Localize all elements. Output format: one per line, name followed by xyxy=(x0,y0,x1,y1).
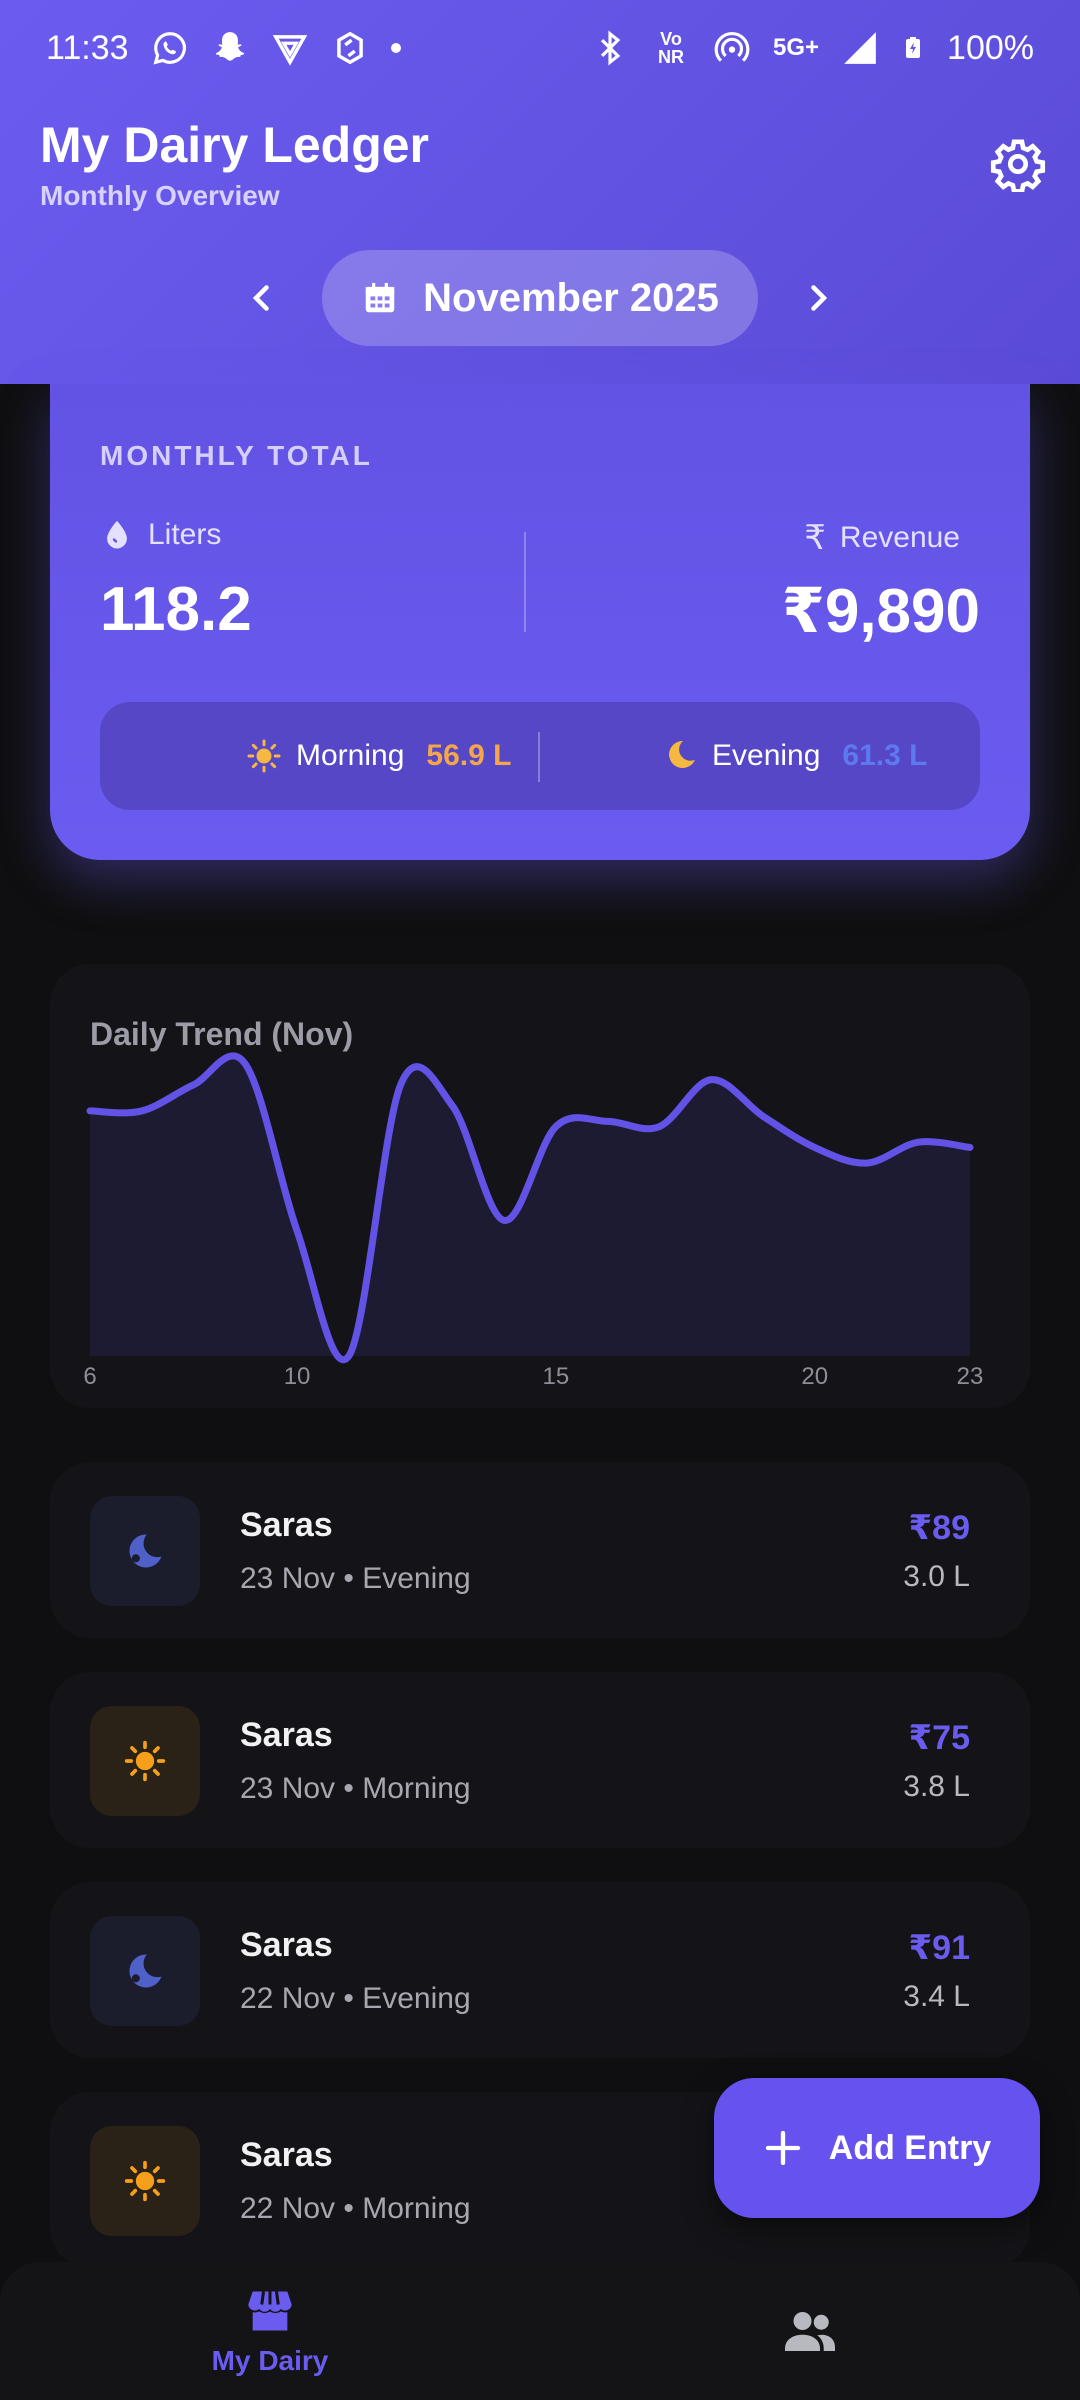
liters-label: Liters xyxy=(148,518,222,551)
month-label: November 2025 xyxy=(423,275,719,320)
entry-shift-badge xyxy=(90,1916,200,2026)
trend-area xyxy=(90,1055,970,1360)
entry-liters: 3.0 L xyxy=(903,1560,970,1593)
status-bar: 11:33 Vo NR 5G+ 100% xyxy=(0,0,1080,96)
sun-icon xyxy=(124,2160,166,2202)
entry-meta: 23 Nov • Morning xyxy=(240,1772,471,1805)
snapchat-icon xyxy=(215,32,244,61)
x-tick-label: 6 xyxy=(83,1363,96,1390)
entry-shift-badge xyxy=(90,1706,200,1816)
network-icon: 5G+ xyxy=(773,34,820,61)
dot-icon xyxy=(390,43,401,53)
next-month-button[interactable] xyxy=(788,268,848,328)
monthly-total-caption: MONTHLY TOTAL xyxy=(100,440,373,471)
morning-summary: Morning 56.9 L xyxy=(246,702,511,810)
liters-label-row: Liters xyxy=(100,518,221,552)
shift-summary-bar: Morning 56.9 L Evening 61.3 L xyxy=(100,702,980,810)
entry-name: Saras xyxy=(240,1506,333,1544)
entry-amount: ₹89 xyxy=(908,1509,970,1547)
shift-divider xyxy=(538,732,540,782)
chevron-right-icon xyxy=(811,285,828,311)
revenue-label: Revenue xyxy=(839,521,960,554)
volte-icon: Vo NR xyxy=(658,29,684,67)
entry-row[interactable]: Saras 22 Nov • Evening ₹91 3.4 L xyxy=(50,1882,1030,2058)
battery-percent: 100% xyxy=(947,28,1034,67)
evening-value: 61.3 L xyxy=(842,739,928,772)
entry-row[interactable]: Saras 23 Nov • Morning ₹75 3.8 L xyxy=(50,1672,1030,1848)
signal-icon xyxy=(844,32,876,64)
rupee-icon: ₹ xyxy=(804,519,826,557)
vpn-icon xyxy=(272,35,307,66)
evening-summary: Evening 61.3 L xyxy=(662,702,927,810)
entry-name: Saras xyxy=(240,2136,333,2174)
trend-chart-svg: 6 10 15 20 23 xyxy=(83,1052,984,1390)
entry-shift-badge xyxy=(90,2126,200,2236)
entry-meta: 22 Nov • Evening xyxy=(240,1982,471,2015)
nav-my-dairy-label: My Dairy xyxy=(211,2345,329,2376)
bottom-navigation: My Dairy xyxy=(0,2262,1080,2400)
daily-trend-chart: Daily Trend (Nov) 6 10 15 20 23 xyxy=(50,964,1030,1408)
settings-button[interactable] xyxy=(986,132,1050,196)
app-subtitle: Monthly Overview xyxy=(40,180,280,211)
store-icon xyxy=(248,2291,292,2331)
plus-icon xyxy=(765,2130,800,2166)
entry-meta: 23 Nov • Evening xyxy=(240,1562,471,1595)
status-time: 11:33 xyxy=(46,28,129,67)
entry-shift-badge xyxy=(90,1496,200,1606)
whatsapp-icon xyxy=(153,32,186,65)
liters-value: 118.2 xyxy=(100,575,252,644)
hotspot-icon xyxy=(714,32,750,62)
people-icon xyxy=(785,2312,835,2351)
add-entry-label: Add Entry xyxy=(828,2128,992,2167)
entry-liters: 3.4 L xyxy=(903,1980,970,2013)
battery-icon xyxy=(906,37,921,58)
bluetooth-icon xyxy=(600,30,621,66)
month-navigator: November 2025 xyxy=(0,250,1080,346)
sun-icon xyxy=(247,739,281,773)
prev-month-button[interactable] xyxy=(232,268,292,328)
moon-icon xyxy=(669,740,695,768)
x-tick-label: 10 xyxy=(284,1363,311,1390)
revenue-label-row: ₹ Revenue xyxy=(804,518,960,558)
entry-meta: 22 Nov • Morning xyxy=(240,2192,471,2225)
card-divider xyxy=(524,532,526,632)
entry-name: Saras xyxy=(240,1926,333,1964)
sun-icon xyxy=(124,1740,166,1782)
x-tick-label: 15 xyxy=(543,1363,570,1390)
nav-customers[interactable] xyxy=(710,2262,910,2400)
app-title: My Dairy Ledger xyxy=(40,117,430,173)
gear-icon xyxy=(990,139,1046,192)
monthly-total-card: MONTHLY TOTAL Liters 118.2 ₹ Revenue ₹9,… xyxy=(50,384,1030,860)
evening-label: Evening xyxy=(712,739,821,772)
droplet-icon xyxy=(107,520,127,549)
nav-my-dairy[interactable]: My Dairy xyxy=(170,2262,370,2400)
entry-amount: ₹91 xyxy=(908,1929,970,1967)
morning-value: 56.9 L xyxy=(426,739,512,772)
entry-liters: 3.8 L xyxy=(903,1770,970,1803)
add-entry-button[interactable]: Add Entry xyxy=(714,2078,1040,2218)
header: 11:33 Vo NR 5G+ 100% My Dairy Ledger Mon… xyxy=(0,0,1080,384)
moon-icon xyxy=(129,1954,162,1988)
sync-icon xyxy=(336,31,363,65)
entry-row[interactable]: Saras 23 Nov • Evening ₹89 3.0 L xyxy=(50,1462,1030,1638)
month-selector[interactable]: November 2025 xyxy=(322,250,758,346)
revenue-value: ₹9,890 xyxy=(781,577,980,646)
x-tick-label: 23 xyxy=(957,1363,984,1390)
moon-icon xyxy=(129,1534,162,1568)
calendar-icon xyxy=(365,282,395,313)
x-tick-label: 20 xyxy=(801,1363,828,1390)
entry-amount: ₹75 xyxy=(908,1719,970,1757)
entry-name: Saras xyxy=(240,1716,333,1754)
chevron-left-icon xyxy=(252,285,269,311)
morning-label: Morning xyxy=(296,739,405,772)
